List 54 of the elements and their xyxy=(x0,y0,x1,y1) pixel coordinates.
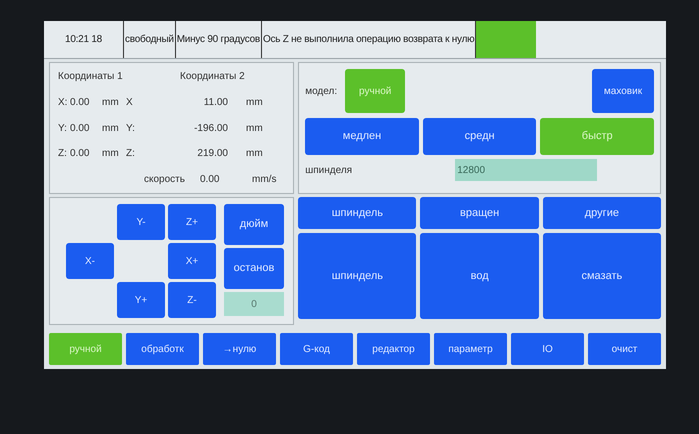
spindle-label: шпинделя xyxy=(305,164,354,178)
speed-value: 0.00 xyxy=(200,173,220,187)
jog-button[interactable]: Z- xyxy=(168,282,216,318)
jog-button[interactable]: X+ xyxy=(168,243,216,279)
mode-label: модел: xyxy=(305,84,338,98)
axis-value: 0.00 xyxy=(70,96,90,110)
unit-label: mm xyxy=(102,147,120,162)
speed-label: скорость xyxy=(144,173,186,187)
nav-tab[interactable]: IO xyxy=(511,333,584,365)
function-tab[interactable]: вращен xyxy=(420,197,539,229)
function-tab[interactable]: шпиндель xyxy=(298,197,416,229)
nav-tab[interactable]: очист xyxy=(588,333,661,365)
nav-tab[interactable]: редактор xyxy=(357,333,430,365)
axis-label: Z: xyxy=(126,147,136,162)
nav-tab[interactable]: G-код xyxy=(280,333,353,365)
jog-button[interactable]: X- xyxy=(66,243,114,279)
jog-option-button[interactable]: останов xyxy=(224,248,284,289)
status-message: свободный xyxy=(124,21,176,58)
unit-label: mm xyxy=(102,122,120,136)
jog-option-button[interactable]: дюйм xyxy=(224,204,284,245)
function-button[interactable]: шпиндель xyxy=(298,233,416,319)
axis-value: 0.00 xyxy=(70,147,90,162)
function-tab[interactable]: другие xyxy=(542,197,661,229)
unit-label: mm xyxy=(246,96,263,110)
nav-tab[interactable]: →нулю xyxy=(203,333,276,365)
axis-label: X: xyxy=(58,96,68,110)
speed-button[interactable]: средн xyxy=(422,118,536,155)
status-message: Минус 90 градусов xyxy=(176,21,262,58)
axis-label: X xyxy=(126,96,134,110)
axis-label: Y: xyxy=(126,122,136,136)
axis-value: 219.00 xyxy=(196,147,228,162)
axis-value: 0.00 xyxy=(70,122,90,136)
function-button[interactable]: вод xyxy=(420,233,539,319)
clock-time: 10:21 18 xyxy=(44,21,124,58)
axis-label: Z: xyxy=(58,147,68,162)
jog-button[interactable]: Y- xyxy=(117,204,165,240)
speed-button[interactable]: медлен xyxy=(305,118,419,155)
step-field[interactable]: 0 xyxy=(224,292,284,316)
jog-button[interactable]: Z+ xyxy=(168,204,216,240)
unit-label: mm/s xyxy=(252,173,276,187)
coordinates-heading: Координаты 1 xyxy=(58,70,124,84)
spindle-speed-field[interactable]: 12800 xyxy=(455,159,598,181)
jog-button[interactable]: Y+ xyxy=(117,282,165,318)
nav-tab[interactable]: параметр xyxy=(434,333,507,365)
axis-value: 11.00 xyxy=(202,96,228,110)
unit-label: mm xyxy=(246,122,263,136)
nav-tab[interactable]: обработк xyxy=(126,333,199,365)
function-button[interactable]: смазать xyxy=(542,233,661,319)
unit-label: mm xyxy=(102,96,120,110)
axis-label: Y: xyxy=(58,122,68,136)
unit-label: mm xyxy=(246,147,263,162)
mode-button[interactable]: маховик xyxy=(592,69,654,113)
coordinates-heading: Координаты 2 xyxy=(180,70,245,84)
axis-value: -196.00 xyxy=(193,122,228,136)
